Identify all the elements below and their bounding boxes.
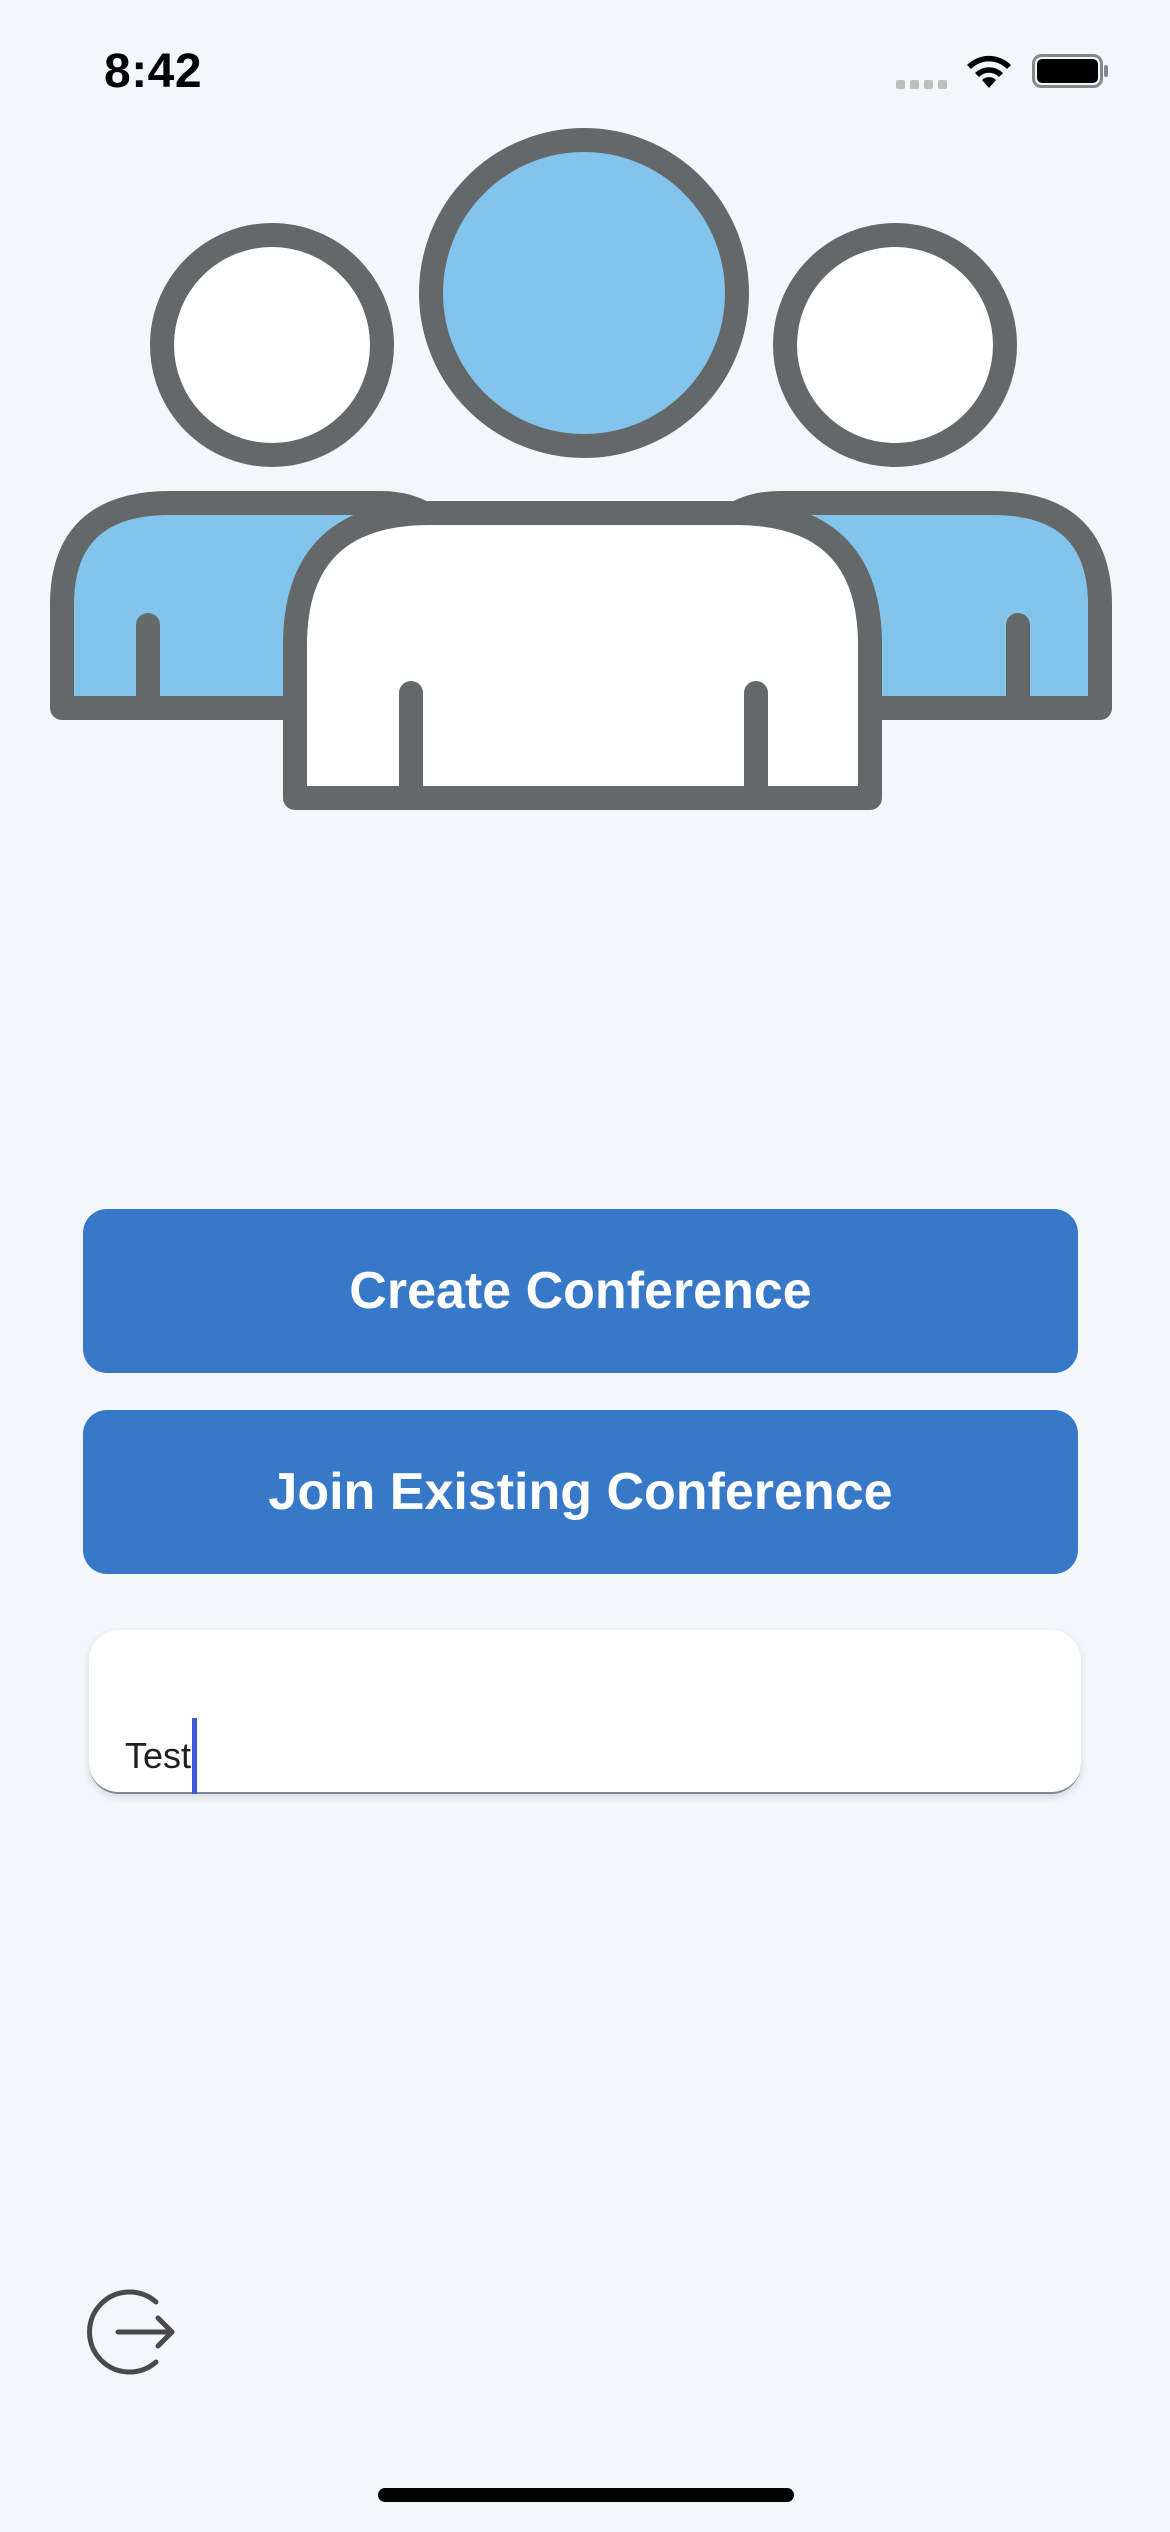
people-group-icon [50,128,1112,810]
status-indicators [896,50,1116,90]
wifi-icon [967,55,1011,88]
conference-name-value: Test [125,1735,192,1776]
home-indicator[interactable] [378,2488,794,2502]
join-conference-label: Join Existing Conference [268,1463,893,1521]
battery-icon [1032,54,1108,88]
create-conference-button[interactable]: Create Conference [83,1209,1078,1373]
conference-name-field[interactable]: Test [89,1630,1081,1794]
join-conference-button[interactable]: Join Existing Conference [83,1410,1078,1574]
cellular-signal-icon [896,80,947,89]
text-cursor [192,1718,198,1794]
logout-icon[interactable] [86,2284,182,2380]
create-conference-label: Create Conference [349,1262,812,1320]
status-time: 8:42 [104,45,203,98]
